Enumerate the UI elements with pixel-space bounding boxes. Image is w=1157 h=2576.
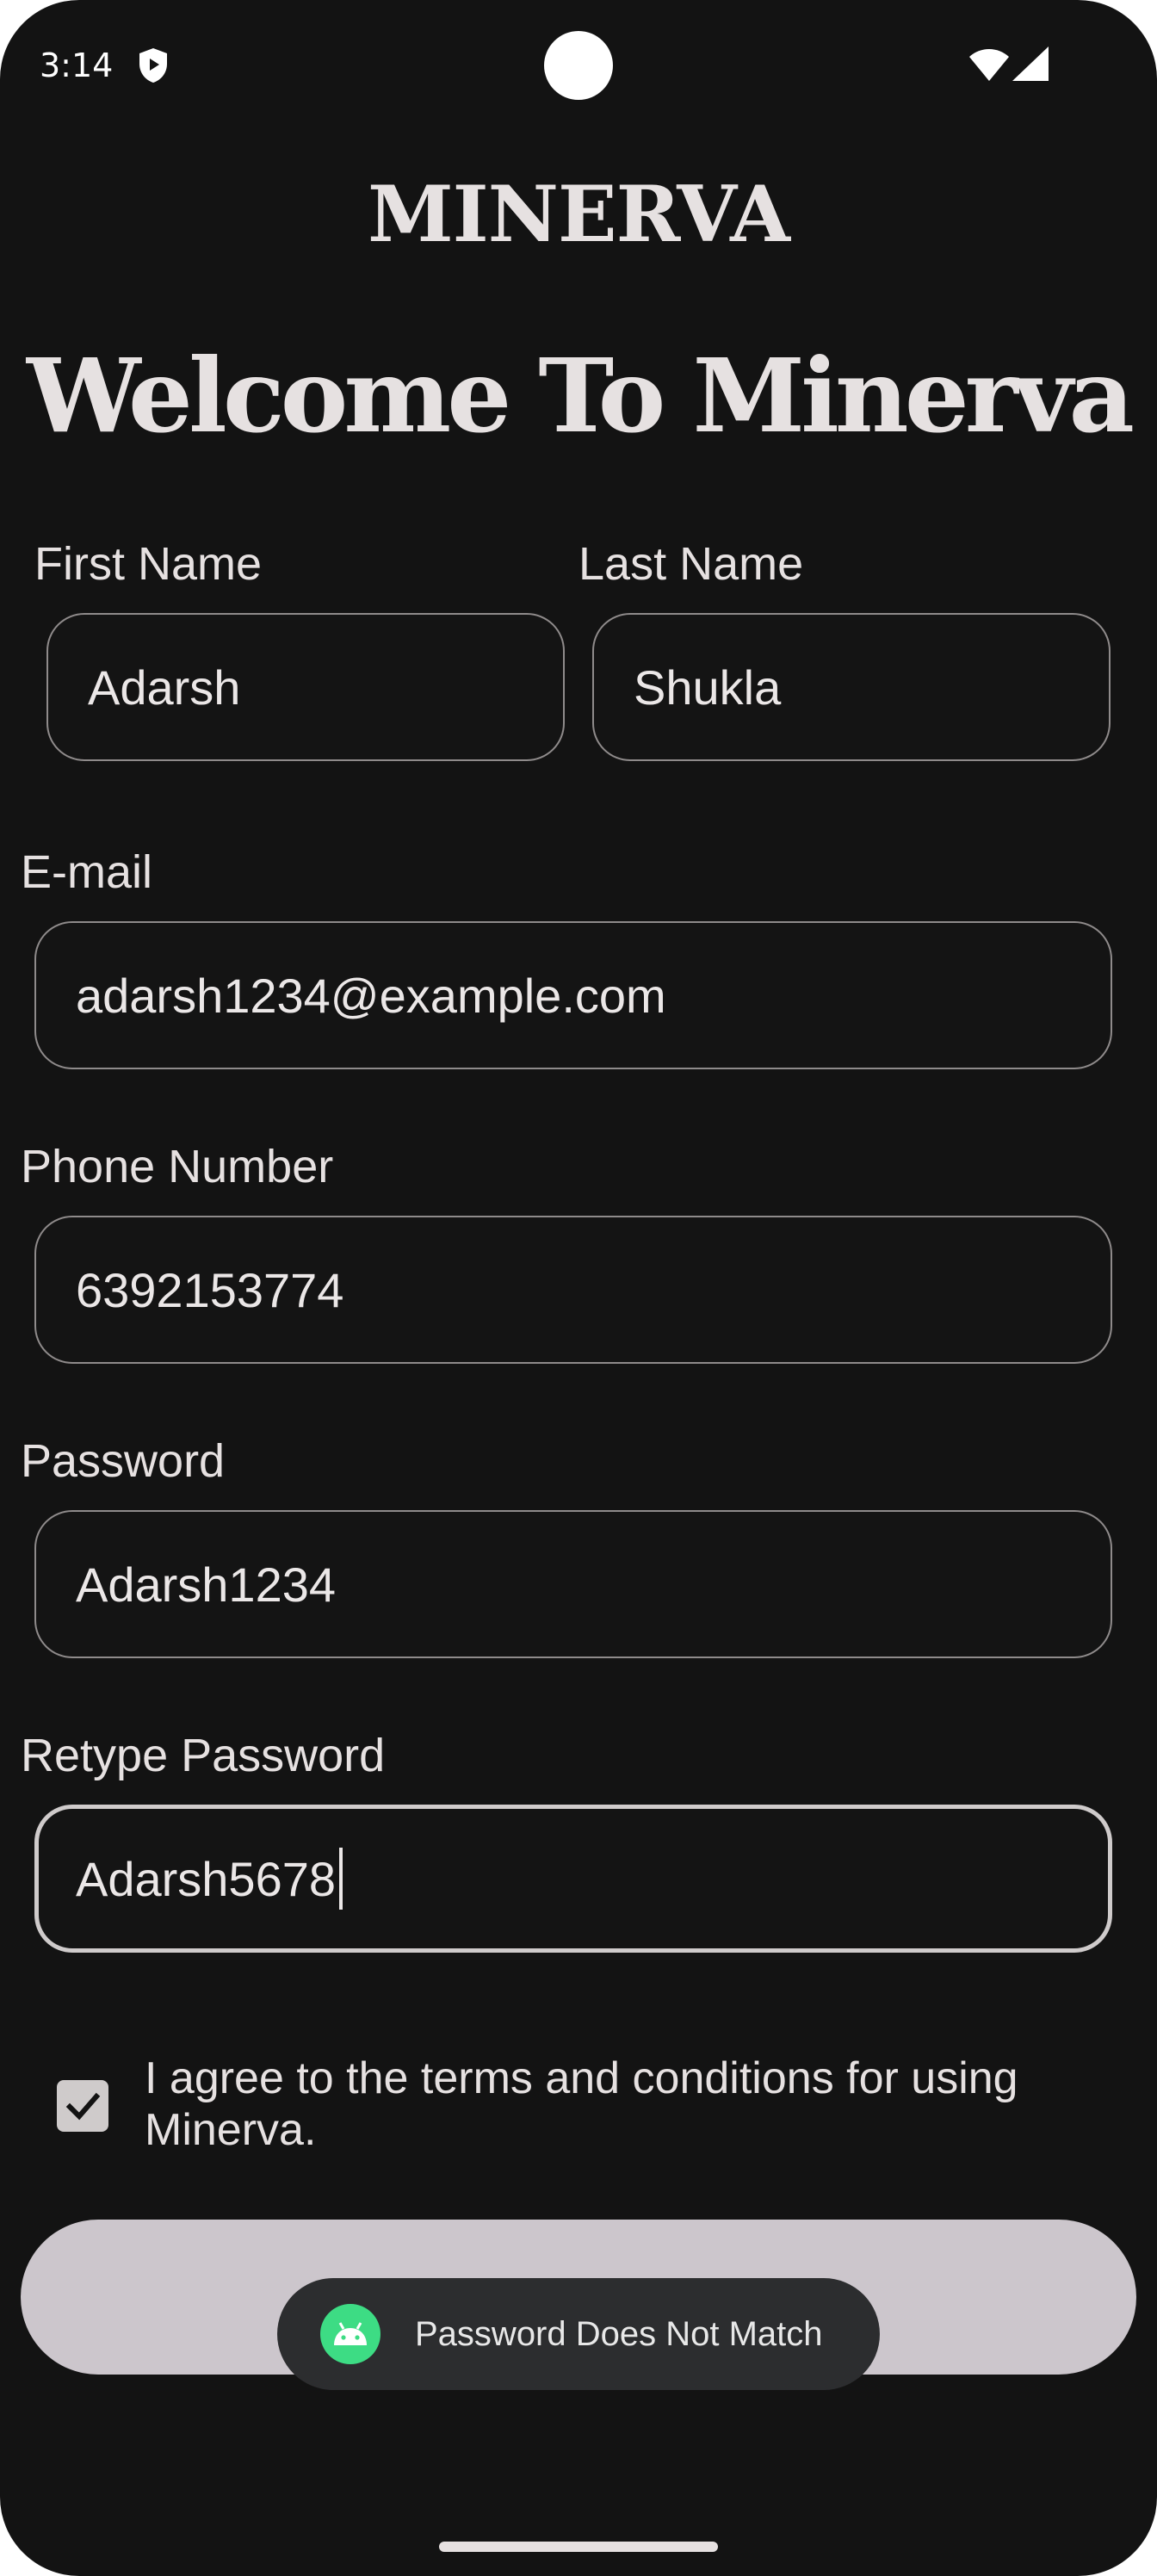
password-label: Password xyxy=(21,1435,226,1487)
checkmark-icon xyxy=(65,2092,101,2121)
retype-password-field[interactable]: Adarsh5678 xyxy=(34,1805,1112,1953)
email-label: E-mail xyxy=(21,846,153,898)
last-name-value: Shukla xyxy=(634,659,782,715)
status-time: 3:14 xyxy=(40,46,114,84)
wifi-icon xyxy=(969,49,1009,81)
phone-field[interactable]: 6392153774 xyxy=(34,1216,1112,1364)
terms-checkbox[interactable] xyxy=(57,2080,108,2132)
android-icon xyxy=(320,2304,381,2364)
shield-icon xyxy=(139,48,167,83)
home-indicator[interactable] xyxy=(439,2542,718,2552)
first-name-field[interactable]: Adarsh xyxy=(46,613,565,761)
last-name-field[interactable]: Shukla xyxy=(592,613,1111,761)
first-name-label: First Name xyxy=(34,538,263,590)
email-field[interactable]: adarsh1234@example.com xyxy=(34,921,1112,1069)
signal-icon xyxy=(1012,46,1049,81)
terms-text: I agree to the terms and conditions for … xyxy=(145,2053,1018,2155)
email-value: adarsh1234@example.com xyxy=(76,968,666,1023)
toast: Password Does Not Match xyxy=(277,2278,880,2390)
phone-value: 6392153774 xyxy=(76,1262,344,1317)
first-name-value: Adarsh xyxy=(88,659,241,715)
app-brand: MINERVA xyxy=(368,169,790,260)
password-field[interactable]: Adarsh1234 xyxy=(34,1510,1112,1658)
text-cursor xyxy=(339,1848,343,1910)
phone-label: Phone Number xyxy=(21,1141,334,1192)
retype-password-label: Retype Password xyxy=(21,1730,386,1781)
retype-password-value: Adarsh5678 xyxy=(76,1851,337,1906)
last-name-label: Last Name xyxy=(578,538,804,590)
camera-cutout xyxy=(544,31,613,100)
password-value: Adarsh1234 xyxy=(76,1557,337,1612)
welcome-title: Welcome To Minerva xyxy=(27,336,1135,455)
screen: 3:14 MINERVA Welcome To Minerva First Na… xyxy=(0,0,1157,2576)
toast-message: Password Does Not Match xyxy=(415,2314,823,2353)
